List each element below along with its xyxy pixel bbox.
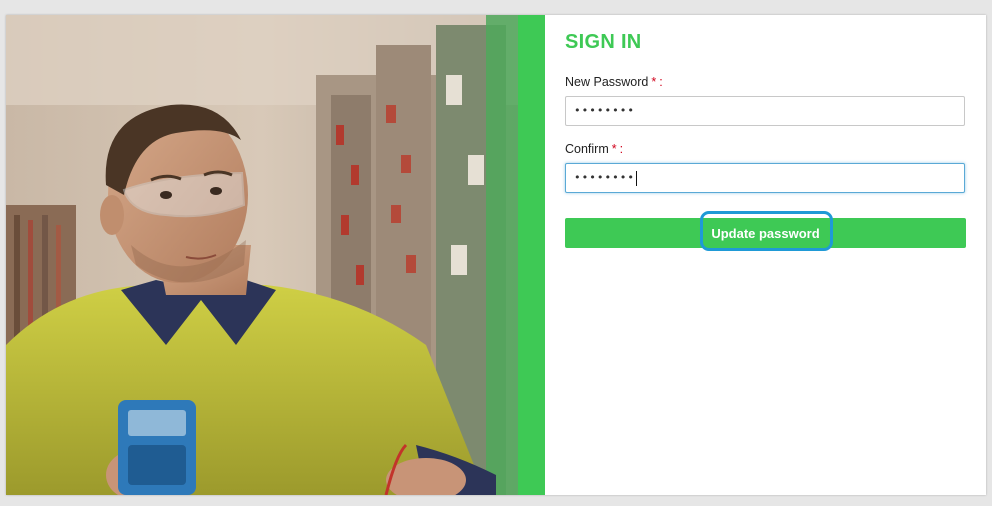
text-caret [635, 170, 637, 186]
confirm-password-label: Confirm *: [565, 142, 623, 156]
update-password-button[interactable]: Update password [565, 218, 966, 248]
brand-stripe [518, 15, 545, 495]
label-colon: : [619, 142, 624, 156]
confirm-password-input[interactable]: •••••••• [565, 163, 965, 193]
hero-image [6, 15, 518, 495]
new-password-label: New Password *: [565, 75, 663, 89]
required-asterisk: * [611, 142, 617, 156]
page-title: SIGN IN [565, 31, 642, 53]
confirm-password-value: •••••••• [574, 171, 635, 184]
required-asterisk: * [651, 75, 657, 89]
new-password-input[interactable]: •••••••• [565, 96, 965, 126]
new-password-label-text: New Password [565, 75, 649, 89]
login-card: SIGN IN New Password *: •••••••• Confirm *… [6, 15, 986, 495]
signin-panel: SIGN IN New Password *: •••••••• Confirm *… [545, 15, 986, 495]
confirm-password-label-text: Confirm [565, 142, 609, 156]
new-password-value: •••••••• [574, 104, 635, 117]
label-colon: : [659, 75, 663, 89]
